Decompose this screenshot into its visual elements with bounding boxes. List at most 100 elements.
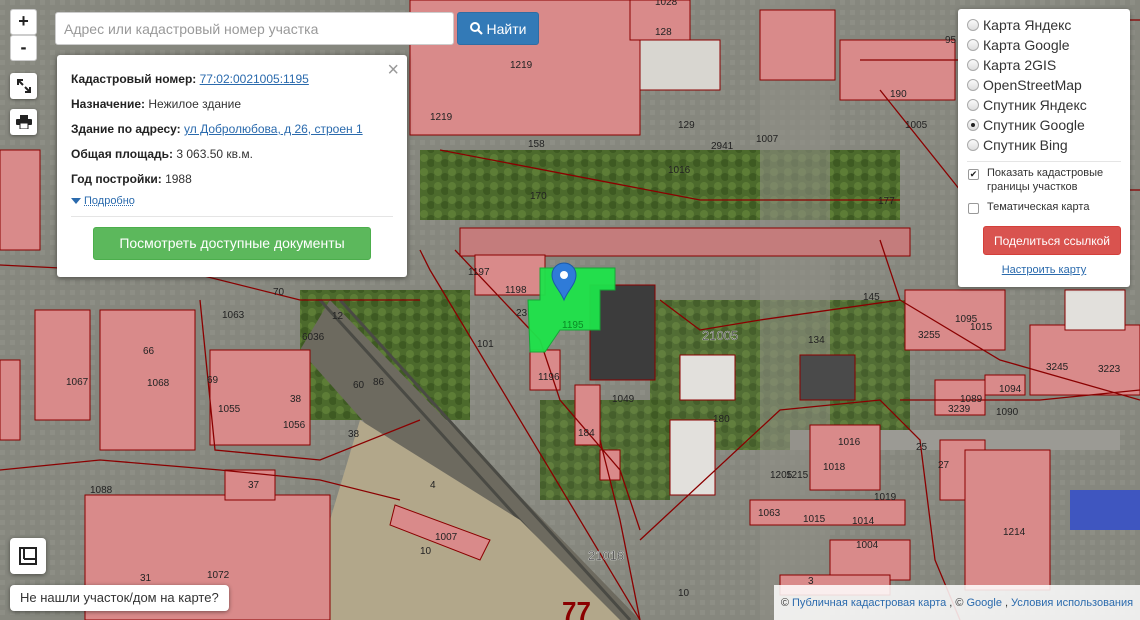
layer-radio[interactable] (967, 39, 979, 51)
share-link-button[interactable]: Поделиться ссылкой (983, 226, 1121, 255)
parcel-number-label: 1067 (66, 377, 89, 388)
parcel-number-label: 3245 (1046, 362, 1069, 373)
layer-radio[interactable] (967, 59, 979, 71)
parcel-number-label: 27 (938, 460, 950, 471)
year-value: 1988 (165, 172, 192, 186)
layer-option[interactable]: Спутник Google (967, 115, 1130, 135)
address-label: Здание по адресу: (71, 122, 181, 136)
layer-option-label: Карта Яндекс (983, 17, 1072, 33)
close-icon[interactable]: × (387, 59, 399, 81)
popup-divider (71, 215, 393, 217)
parcel-number-label: 66 (143, 346, 155, 357)
layer-option[interactable]: Карта Яндекс (967, 15, 1130, 35)
parcel-number-label: 1219 (430, 112, 453, 123)
parcel-number-label: 1055 (218, 404, 241, 415)
legend-icon (19, 547, 37, 565)
area-value: 3 063.50 кв.м. (176, 147, 253, 161)
layer-option-label: Спутник Google (983, 117, 1085, 133)
parcel-number-label: 1089 (960, 394, 983, 405)
parcel-number-label: 1007 (756, 134, 779, 145)
layer-option-label: OpenStreetMap (983, 77, 1082, 93)
layer-radio[interactable] (967, 19, 979, 31)
parcel-number-label: 6036 (302, 332, 325, 343)
layer-radio[interactable] (967, 99, 979, 111)
region-label-77: 77 (562, 596, 591, 620)
expand-icon (16, 79, 31, 93)
layer-radio[interactable] (967, 139, 979, 151)
thematic-map-checkbox[interactable] (968, 203, 979, 214)
thematic-map-option[interactable]: Тематическая карта (967, 200, 1130, 214)
parcel-number-label: 129 (678, 120, 695, 131)
show-borders-option[interactable]: ✔ Показать кадастровые границы участков (967, 166, 1130, 194)
parcel-number-label: 1005 (905, 120, 928, 131)
parcel-number-label: 60 (353, 380, 365, 391)
attribution-sep: , © (949, 596, 964, 609)
parcel-number-label: 1019 (874, 492, 897, 503)
layer-option[interactable]: Спутник Bing (967, 135, 1130, 155)
view-documents-button[interactable]: Посмотреть доступные документы (93, 226, 371, 260)
parcel-info-popup: × Кадастровый номер: 77:02:0021005:1195 … (57, 55, 407, 277)
district-label-21005: 21005 (702, 328, 738, 343)
layer-option-label: Карта Google (983, 37, 1070, 53)
zoom-out-button[interactable]: - (10, 35, 37, 61)
show-borders-checkbox[interactable]: ✔ (968, 169, 979, 180)
parcel-number-label: 1197 (468, 267, 490, 278)
caret-down-icon (71, 197, 81, 204)
parcel-number-label: 184 (578, 428, 595, 439)
layer-radio[interactable] (967, 119, 979, 131)
parcel-number-label: 1016 (668, 165, 691, 176)
layer-option-label: Карта 2GIS (983, 57, 1057, 73)
layer-option-label: Спутник Bing (983, 137, 1068, 153)
attribution-prefix: © (780, 596, 789, 609)
layer-option[interactable]: Карта 2GIS (967, 55, 1130, 75)
parcel-number-label: 1063 (222, 310, 245, 321)
parcel-number-label: 95 (945, 35, 957, 46)
zoom-in-button[interactable]: + (10, 9, 37, 35)
parcel-number-label: 1049 (612, 394, 635, 405)
year-label: Год постройки: (71, 172, 162, 186)
legend-button[interactable] (10, 538, 46, 574)
search-button-label: Найти (486, 20, 527, 37)
parcel-number-label: 37 (248, 480, 260, 491)
parcel-number-label: 170 (530, 191, 547, 202)
layer-option[interactable]: OpenStreetMap (967, 75, 1130, 95)
parcel-number-label: 145 (863, 292, 880, 303)
not-found-button[interactable]: Не нашли участок/дом на карте? (10, 585, 229, 611)
fullscreen-button[interactable] (10, 73, 37, 99)
parcel-number-label: 134 (808, 335, 825, 346)
parcel-number-label: 1090 (996, 407, 1019, 418)
parcel-number-label: 1015 (803, 514, 826, 525)
parcel-number-label: 128 (655, 27, 672, 38)
google-link[interactable]: Google (966, 597, 1001, 609)
parcel-number-label: 10 (420, 546, 432, 557)
parcel-number-label: 3255 (918, 330, 941, 341)
parcel-number-label: 1056 (283, 420, 306, 431)
layer-radio[interactable] (967, 79, 979, 91)
parcel-number-label: 70 (273, 287, 285, 298)
parcel-number-label: 1196 (538, 372, 560, 383)
parcel-number-label: 1004 (856, 540, 879, 551)
details-link[interactable]: Подробно (71, 195, 135, 207)
cadastral-number-link[interactable]: 77:02:0021005:1195 (200, 72, 309, 86)
layer-option-label: Спутник Яндекс (983, 97, 1087, 113)
parcel-number-label: 158 (528, 139, 545, 150)
configure-map-link[interactable]: Настроить карту (967, 264, 1121, 276)
parcel-number-label: 1015 (970, 322, 993, 333)
search-button[interactable]: Найти (457, 12, 539, 45)
parcel-number-label: 1215 (786, 470, 809, 481)
parcel-number-label: 3223 (1098, 364, 1121, 375)
layer-option[interactable]: Спутник Яндекс (967, 95, 1130, 115)
terms-link[interactable]: Условия использования (1011, 597, 1133, 609)
parcel-number-label: 1072 (207, 570, 230, 581)
parcel-number-label: 1016 (838, 437, 861, 448)
parcel-number-label: 1198 (505, 285, 527, 296)
layer-option[interactable]: Карта Google (967, 35, 1130, 55)
parcel-number-label: 1014 (852, 516, 875, 527)
address-link[interactable]: ул Добролюбова, д 26, строен 1 (184, 122, 363, 136)
print-button[interactable] (10, 109, 37, 135)
search-input[interactable] (55, 12, 454, 45)
layers-divider (967, 161, 1121, 162)
cadastral-row: Кадастровый номер: 77:02:0021005:1195 (71, 67, 393, 92)
parcel-number-label: 180 (713, 414, 730, 425)
pkk-link[interactable]: Публичная кадастровая карта (792, 597, 946, 609)
